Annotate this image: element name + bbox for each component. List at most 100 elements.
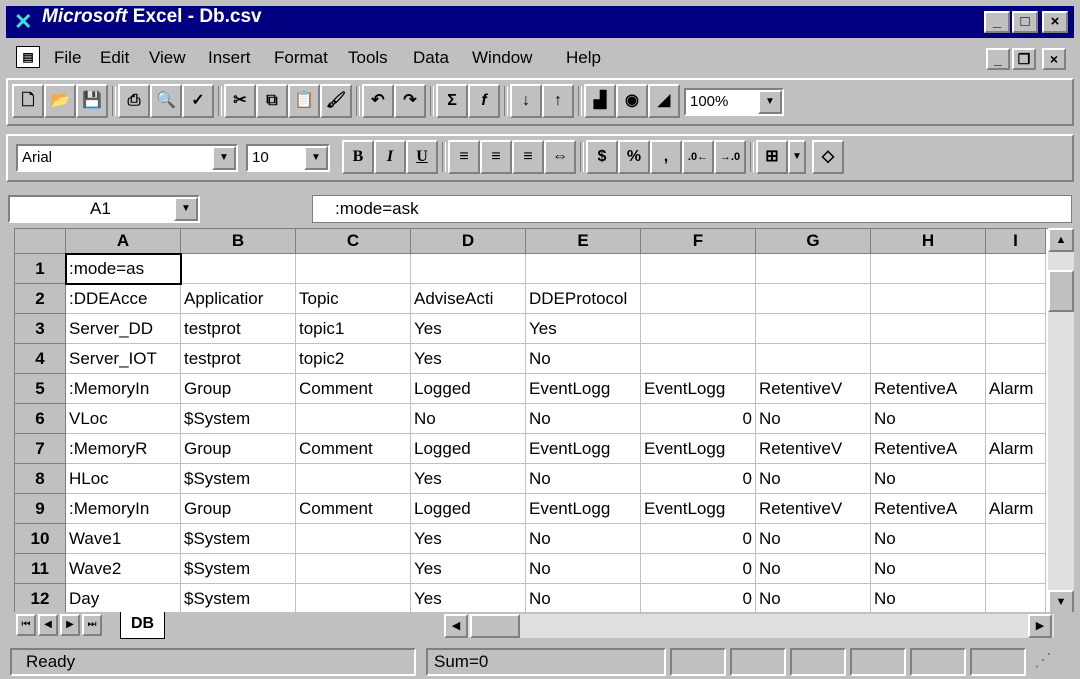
menu-view[interactable]: View	[149, 46, 186, 70]
cell-a12[interactable]: Day	[66, 584, 181, 614]
increase-decimal-icon[interactable]: .0←	[682, 140, 714, 174]
cell-h1[interactable]	[871, 254, 986, 284]
bold-button[interactable]: B	[342, 140, 374, 174]
save-icon[interactable]: 💾	[76, 84, 108, 118]
cell-e10[interactable]: No	[526, 524, 641, 554]
borders-icon[interactable]: ⊞	[756, 140, 788, 174]
align-right-icon[interactable]: ≡	[512, 140, 544, 174]
redo-icon[interactable]: ↷	[394, 84, 426, 118]
fill-color-icon[interactable]: ◇	[812, 140, 844, 174]
title-bar[interactable]: ✕ Microsoft Excel - Db.csv _ □ ×	[6, 6, 1074, 38]
vertical-scroll-thumb[interactable]	[1048, 270, 1074, 312]
open-icon[interactable]: 📂	[44, 84, 76, 118]
cell-i11[interactable]	[986, 554, 1046, 584]
cell-i10[interactable]	[986, 524, 1046, 554]
chevron-down-icon[interactable]: ▼	[304, 146, 328, 170]
cell-b10[interactable]: $System	[181, 524, 296, 554]
cell-b5[interactable]: Group	[181, 374, 296, 404]
cell-e1[interactable]	[526, 254, 641, 284]
cell-g4[interactable]	[756, 344, 871, 374]
cell-i1[interactable]	[986, 254, 1046, 284]
cell-d2[interactable]: AdviseActi	[411, 284, 526, 314]
sheet-tab-db[interactable]: DB	[120, 612, 166, 639]
cell-a7[interactable]: :MemoryR	[66, 434, 181, 464]
close-button[interactable]: ×	[1042, 11, 1068, 33]
doc-close-button[interactable]: ×	[1042, 48, 1066, 70]
cell-b9[interactable]: Group	[181, 494, 296, 524]
chart-wizard-icon[interactable]: ▟	[584, 84, 616, 118]
chevron-down-icon[interactable]: ▼	[174, 197, 198, 221]
cell-f3[interactable]	[641, 314, 756, 344]
cell-a9[interactable]: :MemoryIn	[66, 494, 181, 524]
row-header-3[interactable]: 3	[15, 314, 66, 344]
cell-d8[interactable]: Yes	[411, 464, 526, 494]
sort-ascending-icon[interactable]: ↓	[510, 84, 542, 118]
cell-c2[interactable]: Topic	[296, 284, 411, 314]
menu-window[interactable]: Window	[472, 46, 532, 70]
column-header-g[interactable]: G	[756, 229, 871, 254]
cell-f6[interactable]: 0	[641, 404, 756, 434]
cell-h2[interactable]	[871, 284, 986, 314]
cell-h11[interactable]: No	[871, 554, 986, 584]
cell-h3[interactable]	[871, 314, 986, 344]
cell-g12[interactable]: No	[756, 584, 871, 614]
cell-h4[interactable]	[871, 344, 986, 374]
cell-d12[interactable]: Yes	[411, 584, 526, 614]
cell-c3[interactable]: topic1	[296, 314, 411, 344]
cell-f8[interactable]: 0	[641, 464, 756, 494]
maximize-button[interactable]: □	[1012, 11, 1038, 33]
cell-g10[interactable]: No	[756, 524, 871, 554]
italic-button[interactable]: I	[374, 140, 406, 174]
comma-button[interactable]: ,	[650, 140, 682, 174]
cell-f11[interactable]: 0	[641, 554, 756, 584]
chevron-down-icon[interactable]: ▼	[758, 90, 782, 114]
cell-a1[interactable]: :mode=as	[66, 254, 181, 284]
cell-d5[interactable]: Logged	[411, 374, 526, 404]
cell-h8[interactable]: No	[871, 464, 986, 494]
cell-g9[interactable]: RetentiveV	[756, 494, 871, 524]
cell-f12[interactable]: 0	[641, 584, 756, 614]
cell-e11[interactable]: No	[526, 554, 641, 584]
cell-h9[interactable]: RetentiveA	[871, 494, 986, 524]
cell-h12[interactable]: No	[871, 584, 986, 614]
cell-e12[interactable]: No	[526, 584, 641, 614]
doc-restore-button[interactable]: ❐	[1012, 48, 1036, 70]
worksheet-grid[interactable]: ABCDEFGHI 1:mode=as 2:DDEAcce Applicatior T…	[14, 228, 1074, 640]
cell-d6[interactable]: No	[411, 404, 526, 434]
cell-e5[interactable]: EventLogg	[526, 374, 641, 404]
menu-edit[interactable]: Edit	[100, 46, 129, 70]
scroll-left-icon[interactable]: ◀	[444, 614, 468, 638]
cell-e6[interactable]: No	[526, 404, 641, 434]
currency-button[interactable]: $	[586, 140, 618, 174]
row-header-2[interactable]: 2	[15, 284, 66, 314]
cell-c8[interactable]	[296, 464, 411, 494]
undo-icon[interactable]: ↶	[362, 84, 394, 118]
row-header-5[interactable]: 5	[15, 374, 66, 404]
cell-g3[interactable]	[756, 314, 871, 344]
function-wizard-icon[interactable]: f	[468, 84, 500, 118]
column-header-i[interactable]: I	[986, 229, 1046, 254]
cell-b2[interactable]: Applicatior	[181, 284, 296, 314]
row-header-1[interactable]: 1	[15, 254, 66, 284]
cell-c9[interactable]: Comment	[296, 494, 411, 524]
column-header-h[interactable]: H	[871, 229, 986, 254]
cell-f2[interactable]	[641, 284, 756, 314]
cell-i3[interactable]	[986, 314, 1046, 344]
cell-a8[interactable]: HLoc	[66, 464, 181, 494]
menu-tools[interactable]: Tools	[348, 46, 388, 70]
cell-h6[interactable]: No	[871, 404, 986, 434]
scroll-down-icon[interactable]: ▼	[1048, 590, 1074, 614]
cell-i9[interactable]: Alarm	[986, 494, 1046, 524]
cell-g6[interactable]: No	[756, 404, 871, 434]
cell-g8[interactable]: No	[756, 464, 871, 494]
cell-d1[interactable]	[411, 254, 526, 284]
cell-e7[interactable]: EventLogg	[526, 434, 641, 464]
autosum-icon[interactable]: Σ	[436, 84, 468, 118]
cell-i8[interactable]	[986, 464, 1046, 494]
cell-c4[interactable]: topic2	[296, 344, 411, 374]
cell-i12[interactable]	[986, 584, 1046, 614]
cell-a3[interactable]: Server_DD	[66, 314, 181, 344]
row-header-10[interactable]: 10	[15, 524, 66, 554]
horizontal-scroll-thumb[interactable]	[470, 614, 520, 638]
menu-format[interactable]: Format	[274, 46, 328, 70]
